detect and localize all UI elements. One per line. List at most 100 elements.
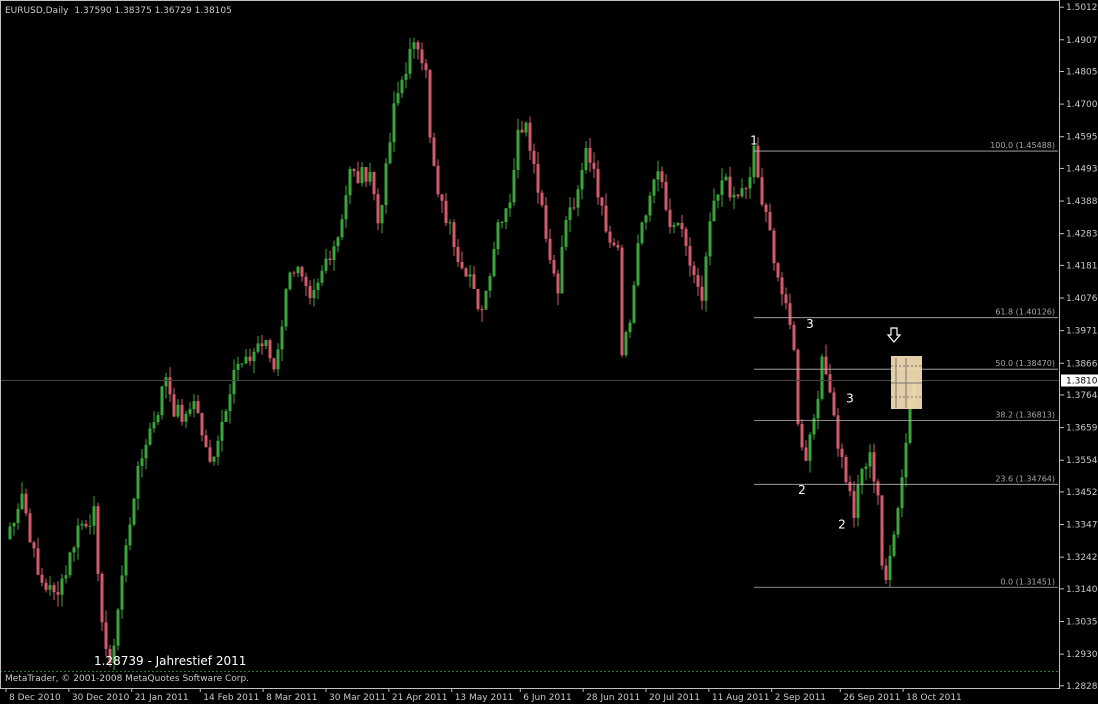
candle-body <box>480 309 484 311</box>
wave-label: 1 <box>750 133 758 147</box>
x-tick-label: 26 Sep 2011 <box>843 693 900 703</box>
candle-body <box>444 200 448 224</box>
candle-body <box>340 219 344 238</box>
candle-body <box>332 246 336 261</box>
y-tick-label: 1.32420 <box>1066 553 1098 563</box>
candle-body <box>432 137 436 166</box>
candle-body <box>776 263 780 278</box>
y-tick-label: 1.50120 <box>1066 3 1098 13</box>
current-price-tag: 1.38105 <box>1061 374 1098 387</box>
candle-body <box>880 495 884 566</box>
candle-body <box>448 222 452 224</box>
candle-body <box>68 552 72 576</box>
candle-body <box>264 340 268 347</box>
candle-body <box>660 171 664 182</box>
candle-body <box>308 285 312 299</box>
candle-body <box>424 63 428 71</box>
candle-body <box>64 575 68 579</box>
candle-body <box>456 247 460 262</box>
candle-body <box>596 168 600 198</box>
candle-body <box>792 324 796 350</box>
x-tick-label: 21 Apr 2011 <box>392 693 448 703</box>
candle-body <box>208 447 212 462</box>
candle-body <box>496 222 500 250</box>
candle-body <box>428 70 432 138</box>
candle-body <box>868 452 872 467</box>
candle-body <box>92 506 96 526</box>
y-tick-label: 1.47000 <box>1066 100 1098 110</box>
y-tick-label: 1.30350 <box>1066 617 1098 627</box>
candle-body <box>436 165 440 195</box>
candle-body <box>324 258 328 271</box>
candle-body <box>16 508 20 524</box>
candle-body <box>540 192 544 206</box>
candle-body <box>732 194 736 198</box>
candle-body <box>32 542 36 549</box>
candle-body <box>888 555 892 580</box>
candle-body <box>600 197 604 206</box>
y-tick-label: 1.43880 <box>1066 197 1098 207</box>
candle-body <box>736 194 740 197</box>
candle-body <box>804 447 808 461</box>
candle-body <box>584 148 588 170</box>
candle-body <box>212 456 216 462</box>
wave-label: 2 <box>838 517 846 531</box>
candle-body <box>508 202 512 209</box>
candle-body <box>360 167 364 184</box>
x-tick-label: 11 Aug 2011 <box>712 693 770 703</box>
candle-body <box>228 394 232 412</box>
candle-body <box>336 237 340 247</box>
candle-body <box>268 340 272 359</box>
candle-body <box>828 374 832 393</box>
candle-body <box>684 229 688 247</box>
candle-body <box>156 415 160 423</box>
candle-body <box>12 523 16 527</box>
x-tick-label: 2 Sep 2011 <box>775 693 826 703</box>
candle-body <box>644 215 648 223</box>
candle-body <box>740 188 744 197</box>
candle-body <box>344 195 348 220</box>
candle-body <box>516 129 520 171</box>
candle-body <box>876 481 880 496</box>
x-tick-label: 18 Oct 2011 <box>906 693 962 703</box>
candle-body <box>504 208 508 223</box>
candle-body <box>168 377 172 395</box>
candle-body <box>164 377 168 387</box>
candle-body <box>800 423 804 448</box>
candle-body <box>292 272 296 274</box>
candle-body <box>188 409 192 414</box>
candle-body <box>136 465 140 499</box>
x-tick-label: 21 Jan 2011 <box>135 693 189 703</box>
x-tick-label: 30 Mar 2011 <box>329 693 386 703</box>
candle-body <box>392 103 396 143</box>
candle-body <box>272 358 276 370</box>
x-tick-label: 28 Jun 2011 <box>586 693 640 703</box>
candle-body <box>892 534 896 556</box>
x-tick-label: 6 Jun 2011 <box>523 693 571 703</box>
price-chart: 100.0 (1.45488) 61.8 (1.40126) 50.0 (1.384… <box>0 0 1098 704</box>
chart-symbol-title: EURUSD,Daily 1.37590 1.38375 1.36729 1.38… <box>5 6 232 16</box>
candle-body <box>484 290 488 310</box>
wave-label: 2 <box>798 483 806 497</box>
candle-body <box>364 167 368 182</box>
candle-body <box>40 574 44 583</box>
fib-label: 23.6 (1.34764) <box>995 474 1055 483</box>
candle-body <box>824 356 828 375</box>
candle-body <box>440 194 444 201</box>
candle-body <box>176 404 180 417</box>
fib-label: 100.0 (1.45488) <box>990 141 1055 150</box>
candle-body <box>296 266 300 274</box>
x-tick-label: 8 Dec 2010 <box>9 693 61 703</box>
candle-body <box>760 177 764 205</box>
candle-body <box>720 180 724 195</box>
candle-body <box>844 456 848 482</box>
candle-body <box>100 573 104 623</box>
fib-label: 0.0 (1.31451) <box>1000 577 1055 586</box>
candle-body <box>160 386 164 416</box>
candle-body <box>808 434 812 461</box>
candle-body <box>512 170 516 203</box>
candle-body <box>864 466 868 469</box>
candle-body <box>548 238 552 260</box>
candle-body <box>192 401 196 410</box>
candle-body <box>240 363 244 365</box>
